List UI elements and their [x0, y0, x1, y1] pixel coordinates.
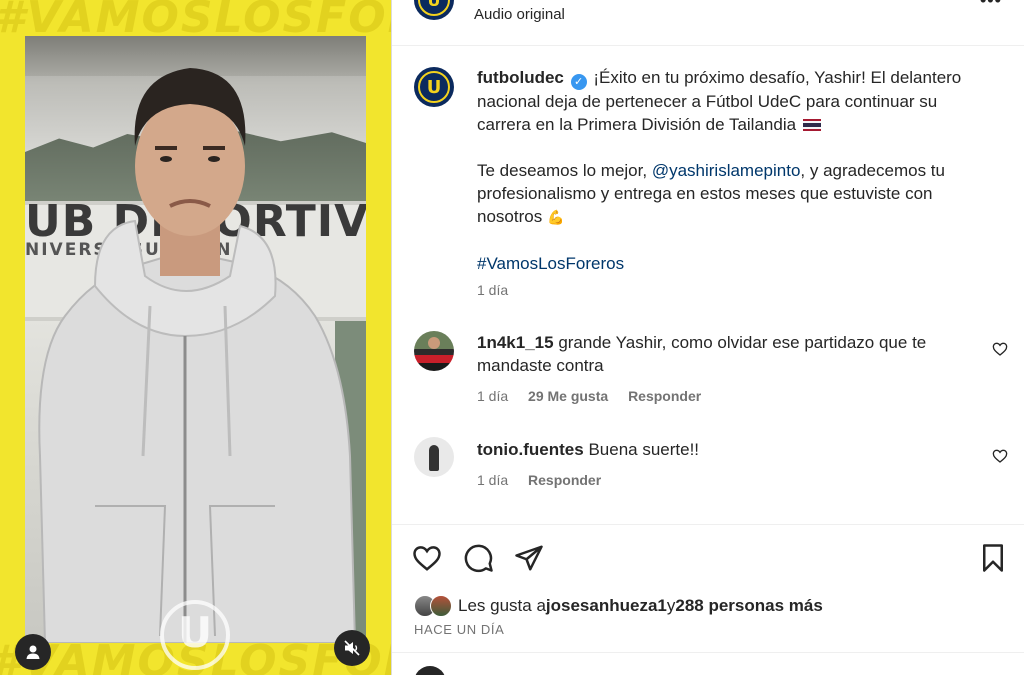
- speaker-muted-icon: [344, 640, 360, 656]
- share-paper-plane-icon[interactable]: [514, 543, 544, 573]
- post-media[interactable]: #VAMOSLOSFOREROS #VAMOSLOSFOREROS UB DEP…: [0, 0, 391, 675]
- likes-count[interactable]: 288 personas más: [675, 596, 822, 616]
- verified-badge-icon: ✓: [570, 74, 587, 90]
- reply-button[interactable]: Responder: [528, 472, 601, 488]
- comment-username[interactable]: 1n4k1_15: [477, 333, 554, 352]
- thailand-flag-icon: [802, 119, 821, 131]
- commenter-avatar[interactable]: [414, 437, 454, 477]
- more-options-icon[interactable]: •••: [980, 0, 1002, 11]
- comment-likes[interactable]: 29 Me gusta: [528, 388, 608, 404]
- commenter-avatar[interactable]: [414, 331, 454, 371]
- liked-by-user[interactable]: josesanhueza1: [546, 596, 667, 616]
- post-details-panel: U Audio original ••• U futboludec ✓ ¡Éxi…: [391, 0, 1024, 675]
- caption-username[interactable]: futboludec: [477, 68, 564, 87]
- post-caption: futboludec ✓ ¡Éxito en tu próximo desafí…: [477, 66, 987, 275]
- author-avatar[interactable]: U: [414, 0, 454, 20]
- save-bookmark-icon[interactable]: [978, 543, 1008, 573]
- flexed-biceps-icon: 💪: [546, 209, 565, 225]
- hashtag-link[interactable]: #VamosLosForeros: [477, 254, 624, 273]
- mute-button[interactable]: [334, 630, 370, 666]
- post-date[interactable]: HACE UN DÍA: [414, 622, 504, 637]
- person-figure: [38, 68, 357, 643]
- audio-label[interactable]: Audio original: [474, 6, 565, 23]
- user-icon: [26, 645, 40, 659]
- comment-time[interactable]: 1 día: [477, 388, 508, 404]
- comment-like-heart-icon[interactable]: [992, 448, 1008, 464]
- caption-timestamp[interactable]: 1 día: [477, 282, 508, 298]
- mention-link[interactable]: @yashirislamepinto: [652, 161, 801, 180]
- post-header: U Audio original •••: [392, 0, 1024, 46]
- tagged-users-button[interactable]: [15, 634, 51, 670]
- comment-item: 1n4k1_15 grande Yashir, como olvidar ese…: [477, 331, 977, 377]
- caption-author-avatar[interactable]: U: [414, 67, 454, 107]
- video-frame[interactable]: UB DEPORTIVO NIVERS ASUNCIÓN: [25, 36, 366, 643]
- liker-avatar[interactable]: [430, 595, 452, 617]
- comment-meta: 1 día 29 Me gusta Responder: [477, 388, 717, 404]
- caption-paragraph-prefix: Te deseamos lo mejor,: [477, 161, 652, 180]
- comment-bubble-icon[interactable]: [464, 543, 494, 573]
- likes-summary: Les gusta a josesanhueza1 y 288 personas…: [414, 595, 823, 617]
- likes-middle: y: [666, 596, 676, 615]
- divider: [392, 652, 1024, 653]
- comment-item: tonio.fuentes Buena suerte!!: [477, 438, 977, 461]
- likes-prefix: Les gusta a: [458, 596, 546, 615]
- udec-watermark-icon: [160, 600, 230, 670]
- reply-button[interactable]: Responder: [628, 388, 701, 404]
- udec-logo-icon: U: [418, 0, 450, 16]
- comment-username[interactable]: tonio.fuentes: [477, 440, 584, 459]
- action-bar: Les gusta a josesanhueza1 y 288 personas…: [392, 524, 1024, 664]
- like-heart-icon[interactable]: [412, 543, 442, 573]
- comment-time[interactable]: 1 día: [477, 472, 508, 488]
- comment-like-heart-icon[interactable]: [992, 341, 1008, 357]
- current-user-avatar: [414, 666, 446, 675]
- comment-text: Buena suerte!!: [588, 440, 700, 459]
- comment-meta: 1 día Responder: [477, 472, 617, 488]
- udec-logo-icon: U: [418, 71, 450, 103]
